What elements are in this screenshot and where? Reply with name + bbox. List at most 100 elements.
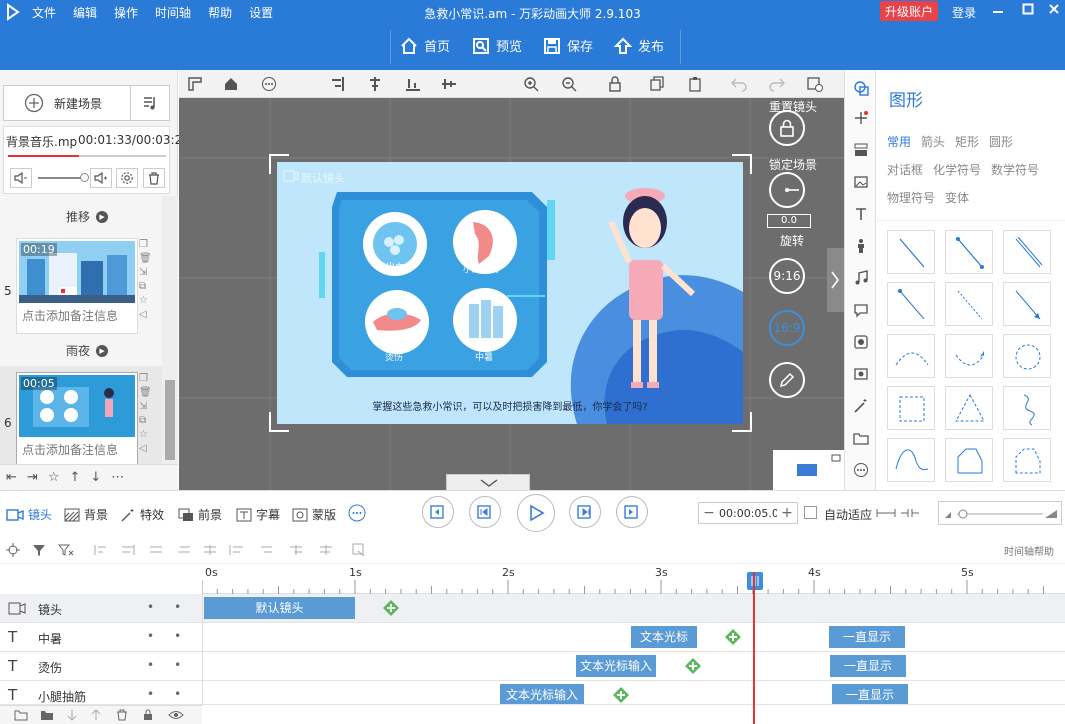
publish-button[interactable]: 发布 xyxy=(614,36,664,55)
category-common[interactable]: 常用 xyxy=(887,128,911,156)
shapes-icon[interactable] xyxy=(853,80,869,96)
move-down-icon[interactable]: ↓ xyxy=(90,470,101,485)
timeline-row-camera[interactable]: 镜头 •• 默认镜头 xyxy=(0,594,1065,623)
duplicate-icon[interactable]: ⧉ xyxy=(139,281,153,292)
timeline-block-always-show[interactable]: 一直显示 xyxy=(830,655,906,677)
category-circle[interactable]: 圆形 xyxy=(989,128,1013,156)
shape-dashed-triangle[interactable] xyxy=(945,386,993,430)
music-note-icon[interactable] xyxy=(853,270,869,286)
row-toggles[interactable]: •• xyxy=(147,629,201,643)
timeline-block-always-show[interactable]: 一直显示 xyxy=(829,626,905,648)
zoom-out-icon[interactable] xyxy=(561,76,577,92)
category-rectangle[interactable]: 矩形 xyxy=(955,128,979,156)
category-chemistry[interactable]: 化学符号 xyxy=(933,156,981,184)
category-physics[interactable]: 物理符号 xyxy=(887,184,935,212)
time-decrement-button[interactable]: − xyxy=(699,505,719,521)
move-up-icon[interactable] xyxy=(90,709,102,721)
star-icon[interactable]: ☆ xyxy=(139,295,153,306)
volume-down-button[interactable] xyxy=(10,168,32,188)
sticker-icon[interactable] xyxy=(853,334,869,350)
delete-icon[interactable]: 🗑 xyxy=(139,387,153,398)
add-animation-icon[interactable] xyxy=(685,658,701,674)
clear-icon[interactable] xyxy=(807,76,823,92)
login-link[interactable]: 登录 xyxy=(952,4,976,21)
folder-icon[interactable] xyxy=(40,709,54,721)
image-icon[interactable] xyxy=(853,174,869,190)
row-toggles[interactable]: •• xyxy=(147,600,201,614)
shape-blob[interactable] xyxy=(945,438,993,482)
shape-dot-line[interactable] xyxy=(887,282,935,326)
scene-list-scrollbar[interactable] xyxy=(162,196,178,464)
row-lane[interactable]: 文本光标输入 一直显示 xyxy=(202,652,1065,681)
canvas-stage[interactable]: 默认镜头 鼻出血 小腿抽筋 烫伤 中暑 掌握这些急救小常识，可以及时把损害降到最… xyxy=(179,98,844,490)
clear-filter-icon[interactable] xyxy=(58,543,74,557)
star-icon[interactable]: ☆ xyxy=(139,429,153,440)
reset-camera-button[interactable] xyxy=(769,110,805,146)
minimize-minimap-icon[interactable] xyxy=(831,454,841,462)
scene-transition-rain-night[interactable]: 雨夜 ▶ xyxy=(66,342,109,359)
shape-dashed-rect[interactable] xyxy=(887,386,935,430)
align-bottom-icon[interactable] xyxy=(405,76,421,92)
home-button[interactable]: 首页 xyxy=(400,36,450,55)
collapse-timeline-button[interactable] xyxy=(446,474,530,490)
row-lane[interactable]: 文本光标 一直显示 xyxy=(202,623,1065,652)
timeline-block-text-cursor[interactable]: 文本光标 xyxy=(631,626,697,648)
folder-icon[interactable] xyxy=(853,430,869,446)
redo-icon[interactable] xyxy=(769,76,785,92)
timeline-block-text-cursor-input[interactable]: 文本光标输入 xyxy=(500,684,584,704)
music-settings-gear-button[interactable] xyxy=(116,168,138,188)
import-icon[interactable]: ⇤ xyxy=(6,470,17,485)
special-effects-icon[interactable] xyxy=(853,110,869,126)
preview-button[interactable]: 预览 xyxy=(472,36,522,55)
add-animation-icon[interactable] xyxy=(383,600,399,616)
row-toggles[interactable]: •• xyxy=(147,687,201,701)
scene-transition-push[interactable]: 推移 ▶ xyxy=(66,208,109,225)
add-animation-icon[interactable] xyxy=(613,687,629,703)
keyframe-settings-icon[interactable] xyxy=(352,543,366,557)
time-value-input[interactable]: 00:00:05.0 xyxy=(719,507,777,520)
align-center-h-icon[interactable] xyxy=(367,76,383,92)
shape-squiggle[interactable] xyxy=(1003,386,1051,430)
timeline-help-link[interactable]: 时间轴帮助 xyxy=(1004,543,1054,558)
category-arrow[interactable]: 箭头 xyxy=(921,128,945,156)
more-options-icon[interactable] xyxy=(261,76,277,92)
align-center-v-icon[interactable] xyxy=(441,76,457,92)
auto-fit-checkbox[interactable] xyxy=(804,506,817,519)
category-dialog[interactable]: 对话框 xyxy=(887,156,923,184)
tab-background[interactable]: 背景 xyxy=(64,506,108,523)
shape-dashed-circle[interactable] xyxy=(1003,334,1051,378)
timeline-block-default-camera[interactable]: 默认镜头 xyxy=(204,597,355,619)
scene-caption[interactable]: 掌握这些急救小常识，可以及时把损害降到最低，你学会了吗? xyxy=(277,398,743,413)
volume-slider[interactable] xyxy=(38,177,84,179)
scene-canvas[interactable]: 默认镜头 鼻出血 小腿抽筋 烫伤 中暑 掌握这些急救小常识，可以及时把损害降到最… xyxy=(277,162,743,424)
scene-card-5[interactable]: 00:19 点击添加备注信息 ❐ 🗑 ⇲ ⧉ ☆ ◁ xyxy=(16,238,152,334)
tab-effects[interactable]: 特效 xyxy=(120,506,164,523)
maximize-icon[interactable] xyxy=(1017,2,1039,22)
scene-card-6[interactable]: 00:05 点击添加备注信息 ❐ 🗑 ⇲ ⧉ ☆ ◁ xyxy=(16,372,152,466)
zoom-fit-icon[interactable] xyxy=(876,507,896,519)
tab-mask[interactable]: 蒙版 xyxy=(292,506,336,523)
time-increment-button[interactable]: + xyxy=(777,505,797,521)
timeline-ruler[interactable]: 0s 1s 2s 3s 4s 5s xyxy=(202,564,1065,594)
move-up-icon[interactable]: ↑ xyxy=(69,470,80,485)
favorite-icon[interactable]: ☆ xyxy=(48,470,60,485)
close-icon[interactable] xyxy=(1043,2,1065,22)
more-tabs-icon[interactable] xyxy=(348,504,366,522)
scrollbar-thumb[interactable] xyxy=(165,380,175,460)
music-settings-button[interactable] xyxy=(130,85,170,121)
upgrade-account-button[interactable]: 升级账户 xyxy=(880,1,939,21)
next-frame-button[interactable] xyxy=(569,496,601,528)
row-lane[interactable]: 默认镜头 xyxy=(202,594,1065,623)
sound-icon[interactable]: ◁ xyxy=(139,443,153,454)
minimap[interactable] xyxy=(773,450,844,490)
zoom-fit-all-icon[interactable] xyxy=(900,507,920,519)
playhead-line[interactable] xyxy=(753,572,755,724)
shape-double-line[interactable] xyxy=(1003,230,1051,274)
music-progress-track[interactable] xyxy=(8,155,166,157)
collapse-panel-handle[interactable] xyxy=(827,248,844,312)
shape-arrow-line[interactable] xyxy=(1003,282,1051,326)
filter-icon[interactable] xyxy=(32,543,46,557)
timeline-zoom-slider[interactable] xyxy=(938,501,1062,525)
home-view-icon[interactable] xyxy=(223,76,239,92)
tab-camera[interactable]: 镜头 xyxy=(6,506,52,523)
